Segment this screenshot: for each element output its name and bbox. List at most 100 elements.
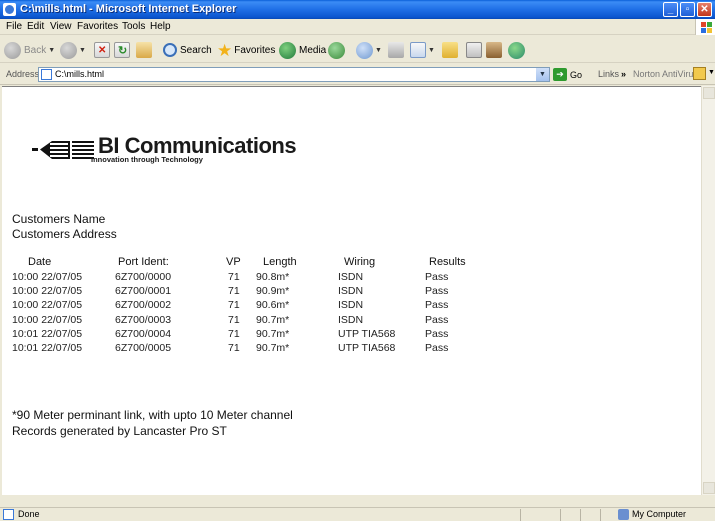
media-button[interactable]: Media bbox=[279, 40, 326, 60]
cell-result: Pass bbox=[425, 271, 449, 283]
norton-antivirus-toolbar[interactable]: Norton AntiVirus bbox=[633, 69, 698, 79]
cell-length: 90.7m* bbox=[256, 327, 290, 340]
cell-date: 10:00 22/07/05 bbox=[12, 285, 83, 298]
menu-edit[interactable]: Edit bbox=[27, 21, 44, 32]
cell-length: 90.6m* bbox=[256, 299, 290, 312]
company-logo: BI Communications Innovation through Tec… bbox=[32, 133, 297, 165]
cell-wiring: ISDN bbox=[338, 285, 364, 298]
cell-date: 10:00 22/07/05 bbox=[12, 299, 83, 312]
address-bar: Address C:\mills.html ▼ ➔ Go Links» Nort… bbox=[0, 64, 715, 85]
search-button[interactable]: Search bbox=[163, 40, 212, 60]
cell-port-ident: 6Z700/0001 bbox=[115, 285, 172, 298]
cell-wiring: UTP TIA568 bbox=[338, 327, 396, 340]
forward-arrow-icon bbox=[60, 41, 77, 59]
back-button[interactable]: Back ▼ bbox=[4, 40, 55, 60]
address-dropdown-button[interactable]: ▼ bbox=[536, 68, 549, 81]
media-icon bbox=[279, 41, 296, 59]
home-button[interactable] bbox=[136, 40, 152, 60]
stop-button[interactable]: ✕ bbox=[94, 40, 110, 60]
cell-result: Pass bbox=[425, 313, 449, 326]
scroll-down-button[interactable] bbox=[703, 482, 715, 494]
cell-length: 90.7m* bbox=[256, 342, 290, 354]
maximize-button[interactable]: ▫ bbox=[680, 2, 695, 17]
research-icon bbox=[486, 42, 502, 58]
folder-icon bbox=[442, 42, 458, 58]
cell-port-ident: 6Z700/0003 bbox=[115, 313, 172, 326]
customer-name: Customers Name bbox=[12, 212, 106, 226]
chevron-down-icon: ▼ bbox=[48, 46, 56, 54]
minimize-button[interactable]: _ bbox=[663, 2, 678, 17]
title-bar[interactable]: C:\mills.html - Microsoft Internet Explo… bbox=[0, 0, 715, 19]
discuss-icon bbox=[466, 42, 482, 58]
cell-vp: 71 bbox=[228, 327, 240, 340]
cell-vp: 71 bbox=[228, 342, 240, 354]
address-input[interactable]: C:\mills.html ▼ bbox=[38, 67, 550, 82]
discuss-button[interactable] bbox=[466, 40, 482, 60]
print-icon bbox=[388, 42, 404, 58]
cell-port-ident: 6Z700/0005 bbox=[115, 342, 172, 354]
stop-icon: ✕ bbox=[94, 42, 110, 58]
cell-date: 10:00 22/07/05 bbox=[12, 313, 83, 326]
refresh-button[interactable]: ↻ bbox=[114, 40, 130, 60]
status-bar: Done My Computer bbox=[0, 507, 715, 521]
logo-mark-icon bbox=[32, 141, 94, 159]
cell-length: 90.7m* bbox=[256, 313, 290, 326]
go-button[interactable]: ➔ Go bbox=[553, 68, 582, 81]
cell-result: Pass bbox=[425, 299, 449, 312]
menu-favorites[interactable]: Favorites bbox=[77, 21, 118, 32]
cell-vp: 71 bbox=[228, 285, 240, 298]
research-button[interactable] bbox=[486, 40, 502, 60]
history-button[interactable] bbox=[328, 40, 345, 60]
links-toolbar[interactable]: Links» bbox=[598, 69, 626, 79]
menu-help[interactable]: Help bbox=[150, 21, 171, 32]
records-generated-note: Records generated by Lancaster Pro ST bbox=[12, 424, 227, 438]
forward-button[interactable]: ▼ bbox=[60, 40, 86, 60]
page-content: BI Communications Innovation through Tec… bbox=[2, 86, 701, 495]
menu-tools[interactable]: Tools bbox=[122, 21, 145, 32]
messenger-button[interactable] bbox=[508, 40, 525, 60]
home-icon bbox=[136, 42, 152, 58]
search-icon bbox=[163, 43, 177, 57]
customer-address: Customers Address bbox=[12, 227, 117, 241]
edit-page-icon bbox=[410, 42, 426, 58]
menu-view[interactable]: View bbox=[50, 21, 72, 32]
refresh-icon: ↻ bbox=[114, 42, 130, 58]
vertical-scrollbar[interactable] bbox=[701, 86, 715, 495]
cell-wiring: ISDN bbox=[338, 271, 364, 283]
address-value[interactable]: C:\mills.html bbox=[55, 69, 104, 79]
status-divider bbox=[560, 509, 561, 521]
menu-file[interactable]: File bbox=[6, 21, 22, 32]
scroll-up-button[interactable] bbox=[703, 87, 715, 99]
favorites-button[interactable]: ★ Favorites bbox=[217, 40, 275, 60]
address-label: Address bbox=[6, 69, 40, 79]
ie-window: C:\mills.html - Microsoft Internet Explo… bbox=[0, 0, 715, 521]
cell-vp: 71 bbox=[228, 313, 240, 326]
standard-toolbar: Back ▼ ▼ ✕ ↻ Search ★ Favorites Media ▼ … bbox=[0, 36, 715, 63]
print-button[interactable] bbox=[388, 40, 404, 60]
column-header: Wiring bbox=[344, 256, 376, 268]
history-icon bbox=[328, 41, 345, 59]
mail-icon bbox=[356, 41, 373, 59]
column-header: VP bbox=[226, 256, 241, 268]
footnote: *90 Meter perminant link, with upto 10 M… bbox=[12, 408, 293, 422]
edit-button[interactable]: ▼ bbox=[410, 40, 435, 60]
mail-button[interactable]: ▼ bbox=[356, 40, 382, 60]
chevron-right-icon[interactable]: » bbox=[621, 69, 626, 79]
computer-icon bbox=[618, 509, 629, 520]
norton-icon[interactable] bbox=[693, 67, 706, 80]
cell-vp: 71 bbox=[228, 271, 240, 283]
chevron-down-icon[interactable]: ▼ bbox=[708, 69, 715, 76]
chevron-down-icon: ▼ bbox=[428, 46, 435, 54]
ie-window-icon[interactable] bbox=[3, 3, 16, 16]
cell-date: 10:01 22/07/05 bbox=[12, 327, 83, 340]
cell-wiring: ISDN bbox=[338, 313, 364, 326]
cell-result: Pass bbox=[425, 342, 449, 354]
star-icon: ★ bbox=[217, 40, 233, 60]
go-arrow-icon: ➔ bbox=[553, 68, 567, 81]
status-divider bbox=[520, 509, 521, 521]
cell-port-ident: 6Z700/0002 bbox=[115, 299, 172, 312]
close-button[interactable]: ✕ bbox=[697, 2, 712, 17]
column-header: Results bbox=[429, 256, 466, 268]
cell-wiring: ISDN bbox=[338, 299, 364, 312]
folder-button[interactable] bbox=[442, 40, 458, 60]
